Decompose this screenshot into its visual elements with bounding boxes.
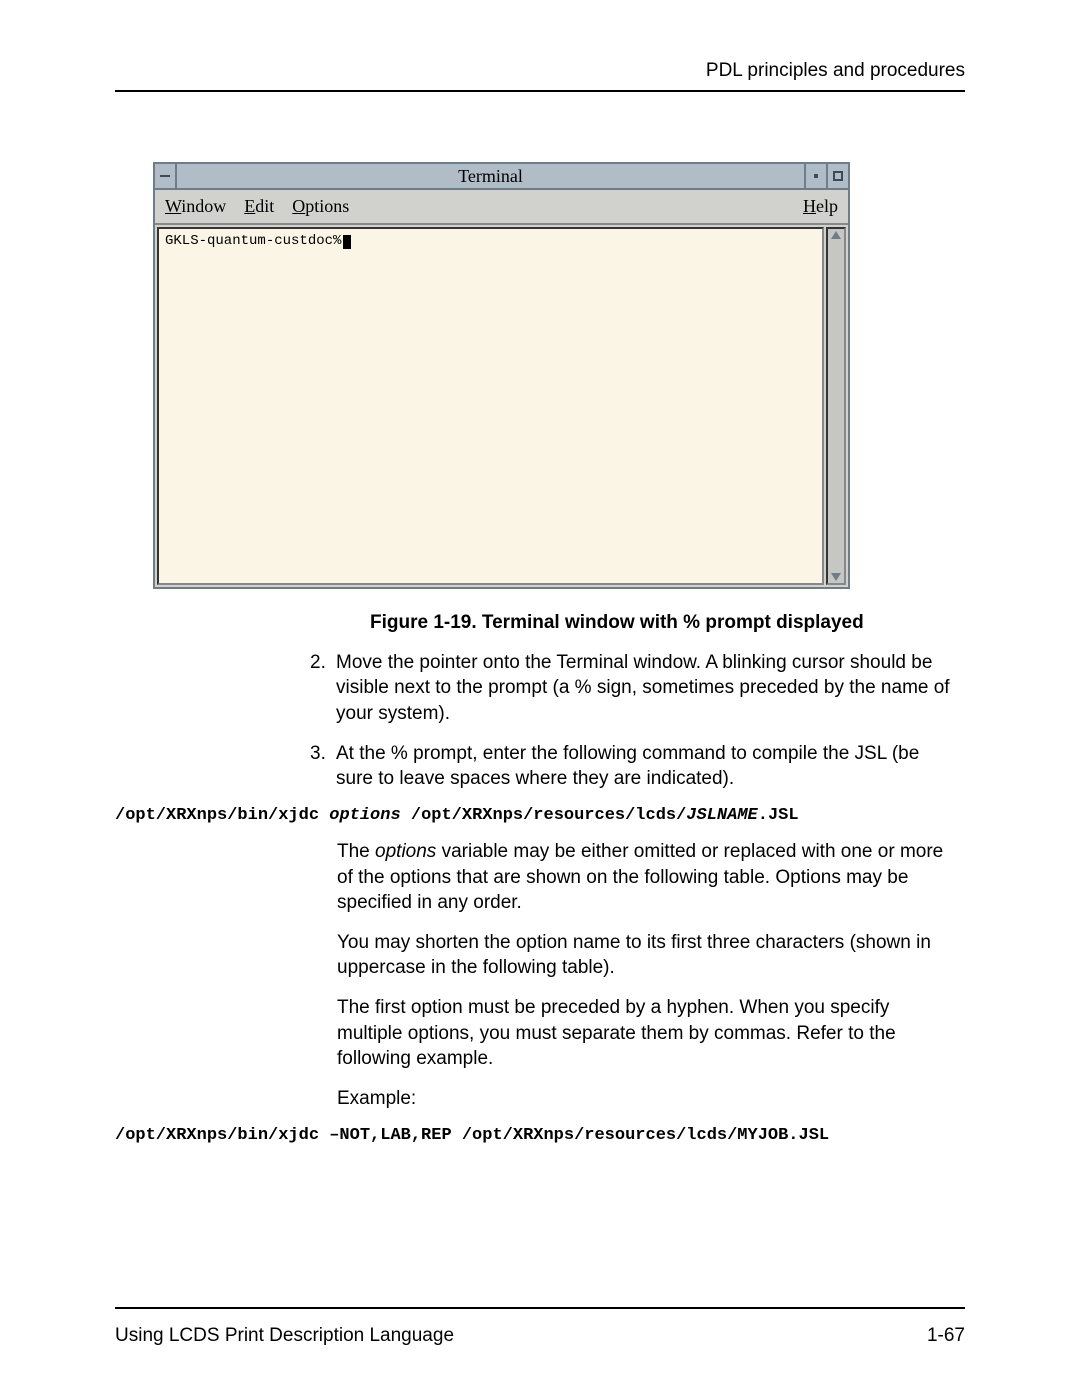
terminal-menubar: Window Edit Options Help	[155, 190, 848, 225]
step-3: 3. At the % prompt, enter the following …	[310, 741, 965, 792]
code-text: /opt/XRXnps/bin/xjdc	[115, 806, 329, 825]
scroll-down-icon[interactable]	[831, 573, 841, 581]
maximize-button[interactable]	[826, 164, 848, 188]
dash-icon	[160, 175, 170, 177]
header-rule	[115, 90, 965, 92]
terminal-window: Terminal Window Edit Options Help GKLS-q…	[153, 162, 850, 589]
cursor-icon	[343, 235, 351, 249]
step-number: 3.	[310, 741, 336, 792]
paragraph: The options variable may be either omitt…	[337, 839, 965, 916]
code-jslname-var: JSLNAME	[686, 806, 757, 825]
menu-window[interactable]: Window	[165, 196, 226, 217]
step-2: 2. Move the pointer onto the Terminal wi…	[310, 650, 965, 727]
code-options-var: options	[329, 806, 400, 825]
menu-edit[interactable]: Edit	[244, 196, 274, 217]
paragraph: You may shorten the option name to its f…	[337, 930, 965, 981]
code-text: /opt/XRXnps/resources/lcds/	[401, 806, 687, 825]
box-icon	[833, 171, 843, 181]
terminal-titlebar: Terminal	[155, 164, 848, 190]
footer-left: Using LCDS Print Description Language	[115, 1325, 454, 1347]
window-menu-button[interactable]	[155, 164, 177, 188]
code-text: .JSL	[758, 806, 799, 825]
terminal-scrollbar[interactable]	[826, 227, 846, 585]
figure-caption: Figure 1-19. Terminal window with % prom…	[370, 611, 955, 636]
code-command-2: /opt/XRXnps/bin/xjdc –NOT,LAB,REP /opt/X…	[115, 1126, 965, 1145]
terminal-prompt: GKLS-quantum-custdoc%	[165, 233, 341, 249]
minimize-button[interactable]	[804, 164, 826, 188]
terminal-body[interactable]: GKLS-quantum-custdoc%	[157, 227, 824, 585]
code-command-1: /opt/XRXnps/bin/xjdc options /opt/XRXnps…	[115, 806, 965, 825]
section-header: PDL principles and procedures	[115, 60, 965, 82]
paragraph: The first option must be preceded by a h…	[337, 995, 965, 1072]
footer: Using LCDS Print Description Language 1-…	[115, 1307, 965, 1347]
step-text: Move the pointer onto the Terminal windo…	[336, 650, 965, 727]
italic-text: options	[375, 841, 436, 862]
paragraph-example-label: Example:	[337, 1086, 965, 1112]
footer-page-number: 1-67	[927, 1325, 965, 1347]
menu-options[interactable]: Options	[292, 196, 349, 217]
menu-help[interactable]: Help	[803, 196, 838, 217]
terminal-title: Terminal	[177, 164, 804, 188]
text: The	[337, 841, 375, 862]
step-text: At the % prompt, enter the following com…	[336, 741, 965, 792]
dot-icon	[814, 174, 818, 178]
step-number: 2.	[310, 650, 336, 727]
footer-rule	[115, 1307, 965, 1309]
scroll-up-icon[interactable]	[831, 231, 841, 239]
